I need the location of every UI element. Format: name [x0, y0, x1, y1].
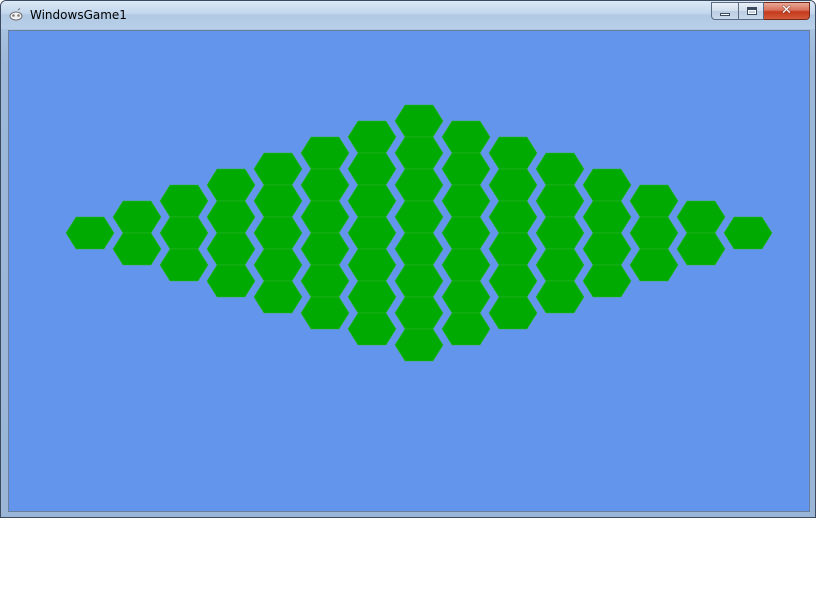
minimize-button[interactable]: [711, 2, 738, 20]
hex-tile-3-5[interactable]: [300, 232, 350, 266]
hex-tile-0-1[interactable]: [347, 120, 397, 154]
hex-tile-7-1[interactable]: [676, 232, 726, 266]
hex-tile-7-7[interactable]: [394, 328, 444, 362]
hex-board[interactable]: [9, 31, 809, 511]
hex-tile-7-0[interactable]: [723, 216, 773, 250]
hex-tile-5-5[interactable]: [394, 264, 444, 298]
hex-tile-7-4[interactable]: [535, 280, 585, 314]
hex-tile-3-6[interactable]: [253, 248, 303, 282]
hex-tile-7-6[interactable]: [441, 312, 491, 346]
hex-tile-7-3[interactable]: [582, 264, 632, 298]
hex-tile-7-5[interactable]: [488, 296, 538, 330]
hex-tile-2-5[interactable]: [253, 216, 303, 250]
hex-tile-4-7[interactable]: [253, 280, 303, 314]
hex-tile-0-7[interactable]: [65, 216, 115, 250]
hex-tile-3-7[interactable]: [206, 264, 256, 298]
hex-tile-3-0[interactable]: [535, 152, 585, 186]
hex-tile-1-4[interactable]: [253, 184, 303, 218]
hex-tile-2-3[interactable]: [347, 184, 397, 218]
hex-tile-5-7[interactable]: [300, 296, 350, 330]
close-icon: ✕: [781, 3, 792, 18]
minimize-icon: [720, 13, 730, 16]
hex-tile-3-3[interactable]: [394, 200, 444, 234]
close-button[interactable]: ✕: [764, 2, 810, 20]
hex-tile-5-3[interactable]: [488, 232, 538, 266]
hex-tile-6-7[interactable]: [347, 312, 397, 346]
hex-tile-4-2[interactable]: [488, 200, 538, 234]
title-bar[interactable]: WindowsGame1 ✕: [1, 1, 815, 29]
hex-tile-4-4[interactable]: [394, 232, 444, 266]
game-viewport[interactable]: [8, 30, 810, 512]
xna-controller-icon[interactable]: [9, 8, 23, 22]
hex-tile-5-1[interactable]: [582, 200, 632, 234]
maximize-button[interactable]: [738, 2, 764, 20]
hex-tile-5-4[interactable]: [441, 248, 491, 282]
hex-tile-5-0[interactable]: [629, 184, 679, 218]
hex-tile-0-4[interactable]: [206, 168, 256, 202]
hex-tile-0-5[interactable]: [159, 184, 209, 218]
hex-tile-3-1[interactable]: [488, 168, 538, 202]
hex-tile-7-2[interactable]: [629, 248, 679, 282]
hex-tile-2-1[interactable]: [441, 152, 491, 186]
hex-tile-4-0[interactable]: [582, 168, 632, 202]
hex-tile-2-6[interactable]: [206, 232, 256, 266]
hex-tile-6-6[interactable]: [394, 296, 444, 330]
hex-tile-5-2[interactable]: [535, 216, 585, 250]
hex-tile-3-2[interactable]: [441, 184, 491, 218]
hex-tile-1-2[interactable]: [347, 152, 397, 186]
hex-tile-0-3[interactable]: [253, 152, 303, 186]
hex-tile-1-0[interactable]: [441, 120, 491, 154]
hex-tile-2-0[interactable]: [488, 136, 538, 170]
hex-tile-2-7[interactable]: [159, 248, 209, 282]
hex-tile-2-4[interactable]: [300, 200, 350, 234]
hex-tile-4-6[interactable]: [300, 264, 350, 298]
hex-tile-1-3[interactable]: [300, 168, 350, 202]
hex-tile-5-6[interactable]: [347, 280, 397, 314]
hex-tile-6-1[interactable]: [629, 216, 679, 250]
hex-tile-6-2[interactable]: [582, 232, 632, 266]
hex-tile-4-1[interactable]: [535, 184, 585, 218]
hex-tile-1-5[interactable]: [206, 200, 256, 234]
hex-tile-4-5[interactable]: [347, 248, 397, 282]
window-controls: ✕: [711, 2, 810, 20]
hex-tile-0-6[interactable]: [112, 200, 162, 234]
game-window: WindowsGame1 ✕: [0, 0, 816, 518]
hex-tile-6-0[interactable]: [676, 200, 726, 234]
hex-tile-2-2[interactable]: [394, 168, 444, 202]
hex-tile-4-3[interactable]: [441, 216, 491, 250]
hex-tile-0-0[interactable]: [394, 104, 444, 138]
maximize-icon: [747, 7, 757, 15]
hex-tile-6-5[interactable]: [441, 280, 491, 314]
hex-tile-3-4[interactable]: [347, 216, 397, 250]
window-title: WindowsGame1: [30, 8, 127, 22]
hex-tile-1-1[interactable]: [394, 136, 444, 170]
hex-tile-0-2[interactable]: [300, 136, 350, 170]
hex-tile-6-3[interactable]: [535, 248, 585, 282]
hex-tile-1-6[interactable]: [159, 216, 209, 250]
hex-tile-1-7[interactable]: [112, 232, 162, 266]
hex-tile-6-4[interactable]: [488, 264, 538, 298]
